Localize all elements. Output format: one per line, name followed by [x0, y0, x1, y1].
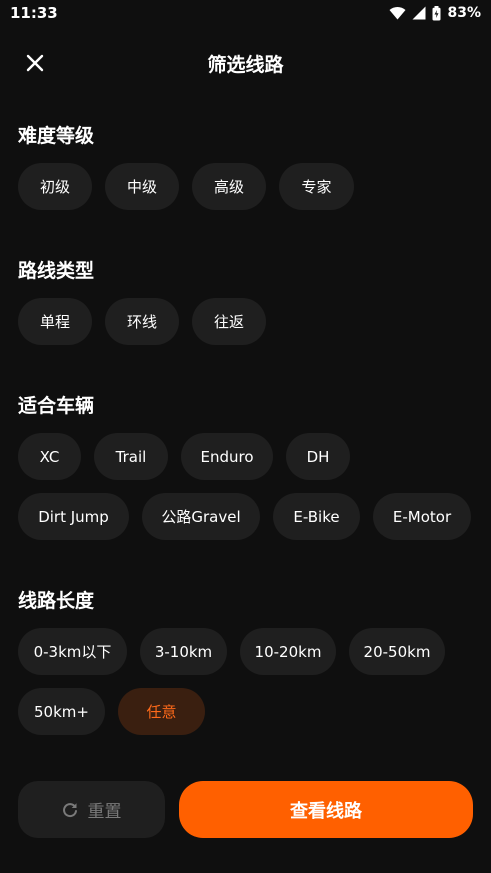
- vehicle-option-e-motor[interactable]: E-Motor: [373, 493, 471, 540]
- filter-routes-screen: 11:33 83% 筛选线路 难度等级 初级 中级 高级 专家 路线类型 单程 …: [0, 0, 491, 873]
- difficulty-options: 初级 中级 高级 专家: [18, 163, 354, 210]
- battery-percentage: 83%: [447, 5, 481, 21]
- length-option-20-50km[interactable]: 20-50km: [349, 628, 445, 675]
- reset-button[interactable]: 重置: [18, 781, 165, 838]
- battery-icon: [432, 5, 441, 20]
- length-option-any[interactable]: 任意: [118, 688, 205, 735]
- status-icons: 83%: [389, 4, 481, 22]
- length-option-3-10km[interactable]: 3-10km: [140, 628, 227, 675]
- route-type-option-round-trip[interactable]: 往返: [192, 298, 266, 345]
- header: 筛选线路: [0, 34, 491, 90]
- route-type-option-one-way[interactable]: 单程: [18, 298, 92, 345]
- vehicle-option-xc[interactable]: XC: [18, 433, 81, 480]
- vehicle-option-dirt-jump[interactable]: Dirt Jump: [18, 493, 129, 540]
- route-type-options: 单程 环线 往返: [18, 298, 266, 345]
- vehicle-options-row-2: Dirt Jump 公路Gravel E-Bike E-Motor: [18, 493, 471, 540]
- status-time: 11:33: [10, 4, 58, 22]
- length-section-title: 线路长度: [18, 590, 95, 612]
- route-type-section-title: 路线类型: [18, 260, 95, 282]
- difficulty-section-title: 难度等级: [18, 125, 95, 147]
- page-title: 筛选线路: [207, 54, 284, 76]
- vehicle-options-row-1: XC Trail Enduro DH: [18, 433, 350, 480]
- length-option-10-20km[interactable]: 10-20km: [240, 628, 336, 675]
- difficulty-option-expert[interactable]: 专家: [279, 163, 354, 210]
- vehicle-option-e-bike[interactable]: E-Bike: [273, 493, 360, 540]
- length-options-row-2: 50km+ 任意: [18, 688, 205, 735]
- vehicle-option-dh[interactable]: DH: [286, 433, 350, 480]
- route-type-option-loop[interactable]: 环线: [105, 298, 179, 345]
- vehicle-option-trail[interactable]: Trail: [94, 433, 168, 480]
- difficulty-option-intermediate[interactable]: 中级: [105, 163, 179, 210]
- difficulty-option-beginner[interactable]: 初级: [18, 163, 92, 210]
- wifi-icon: [389, 6, 406, 20]
- signal-icon: [412, 6, 426, 20]
- length-options-row-1: 0-3km以下 3-10km 10-20km 20-50km: [18, 628, 445, 675]
- vehicle-option-road-gravel[interactable]: 公路Gravel: [142, 493, 260, 540]
- refresh-icon: [62, 802, 77, 817]
- view-routes-button[interactable]: 查看线路: [179, 781, 473, 838]
- vehicle-option-enduro[interactable]: Enduro: [181, 433, 273, 480]
- vehicle-section-title: 适合车辆: [18, 395, 95, 417]
- status-bar: 11:33 83%: [0, 0, 491, 26]
- length-option-0-3km[interactable]: 0-3km以下: [18, 628, 127, 675]
- difficulty-option-advanced[interactable]: 高级: [192, 163, 266, 210]
- length-option-50km-plus[interactable]: 50km+: [18, 688, 105, 735]
- reset-label: 重置: [87, 802, 122, 822]
